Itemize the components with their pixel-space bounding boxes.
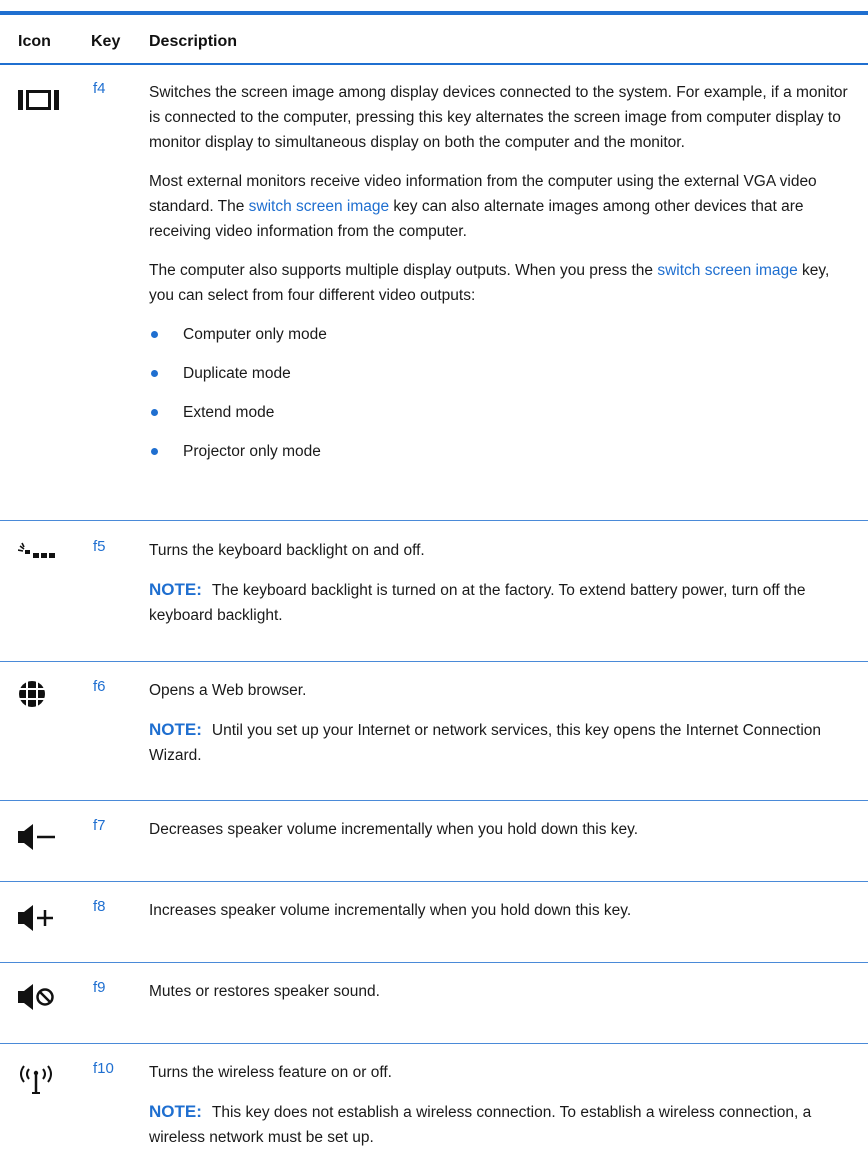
note-label: NOTE: — [149, 720, 202, 739]
key-description: Mutes or restores speaker sound. — [149, 979, 849, 1018]
key-label: f6 — [93, 678, 106, 695]
list-item: Projector only mode — [149, 439, 849, 464]
column-header-icon: Icon — [18, 33, 51, 50]
volume-down-icon — [18, 823, 68, 863]
description-paragraph: Increases speaker volume incrementally w… — [149, 902, 632, 919]
description-paragraph: Most external monitors receive video inf… — [149, 169, 849, 244]
text-span: The computer also supports multiple disp… — [149, 262, 658, 279]
note-paragraph: NOTE: The keyboard backlight is turned on… — [149, 577, 849, 628]
column-header-description: Description — [149, 33, 238, 50]
note-label: NOTE: — [149, 1102, 202, 1121]
description-paragraph: Decreases speaker volume incrementally w… — [149, 821, 639, 838]
key-description: Turns the wireless feature on or off. NO… — [149, 1060, 849, 1164]
description-paragraph: Mutes or restores speaker sound. — [149, 983, 380, 1000]
bullet-icon — [151, 370, 158, 377]
bullet-icon — [151, 331, 158, 338]
description-paragraph: Turns the wireless feature on or off. — [149, 1064, 392, 1081]
key-label: f8 — [93, 898, 106, 915]
list-item-text: Duplicate mode — [183, 365, 291, 382]
switch-screen-image-link[interactable]: switch screen image — [657, 262, 797, 279]
bullet-icon — [151, 448, 158, 455]
key-description: Opens a Web browser. NOTE: Until you set … — [149, 678, 849, 782]
description-paragraph: Opens a Web browser. — [149, 682, 307, 699]
row-divider — [0, 962, 868, 963]
volume-mute-icon — [18, 983, 68, 1023]
description-paragraph: The computer also supports multiple disp… — [149, 258, 849, 308]
list-item-text: Computer only mode — [183, 326, 327, 343]
note-label: NOTE: — [149, 580, 202, 599]
video-output-list: Computer only mode Duplicate mode Extend… — [149, 322, 849, 464]
row-divider — [0, 520, 868, 521]
note-paragraph: NOTE: Until you set up your Internet or n… — [149, 717, 849, 768]
note-text: The keyboard backlight is turned on at t… — [149, 582, 806, 624]
list-item-text: Projector only mode — [183, 443, 321, 460]
key-label: f5 — [93, 538, 106, 555]
column-header-key: Key — [91, 33, 121, 50]
row-divider — [0, 661, 868, 662]
note-text: This key does not establish a wireless c… — [149, 1104, 812, 1146]
key-description: Turns the keyboard backlight on and off.… — [149, 538, 849, 642]
row-divider — [0, 881, 868, 882]
key-label: f4 — [93, 80, 106, 97]
table-top-border — [0, 11, 868, 15]
key-description: Increases speaker volume incrementally w… — [149, 898, 849, 937]
bullet-icon — [151, 409, 158, 416]
key-label: f10 — [93, 1060, 114, 1077]
key-label: f7 — [93, 817, 106, 834]
key-description: Decreases speaker volume incrementally w… — [149, 817, 849, 856]
row-divider — [0, 800, 868, 801]
header-divider — [0, 63, 868, 65]
list-item: Computer only mode — [149, 322, 849, 347]
row-divider — [0, 1043, 868, 1044]
key-description: Switches the screen image among display … — [149, 80, 849, 478]
keyboard-backlight-icon — [18, 542, 68, 582]
wireless-icon — [18, 1062, 68, 1102]
note-paragraph: NOTE: This key does not establish a wirel… — [149, 1099, 849, 1150]
note-text: Until you set up your Internet or networ… — [149, 722, 822, 764]
list-item-text: Extend mode — [183, 404, 275, 421]
list-item: Duplicate mode — [149, 361, 849, 386]
web-browser-globe-icon — [18, 680, 68, 720]
volume-up-icon — [18, 904, 68, 944]
switch-screen-icon — [18, 88, 68, 128]
switch-screen-image-link[interactable]: switch screen image — [249, 198, 389, 215]
list-item: Extend mode — [149, 400, 849, 425]
key-label: f9 — [93, 979, 106, 996]
description-paragraph: Turns the keyboard backlight on and off. — [149, 542, 425, 559]
description-paragraph: Switches the screen image among display … — [149, 84, 848, 151]
